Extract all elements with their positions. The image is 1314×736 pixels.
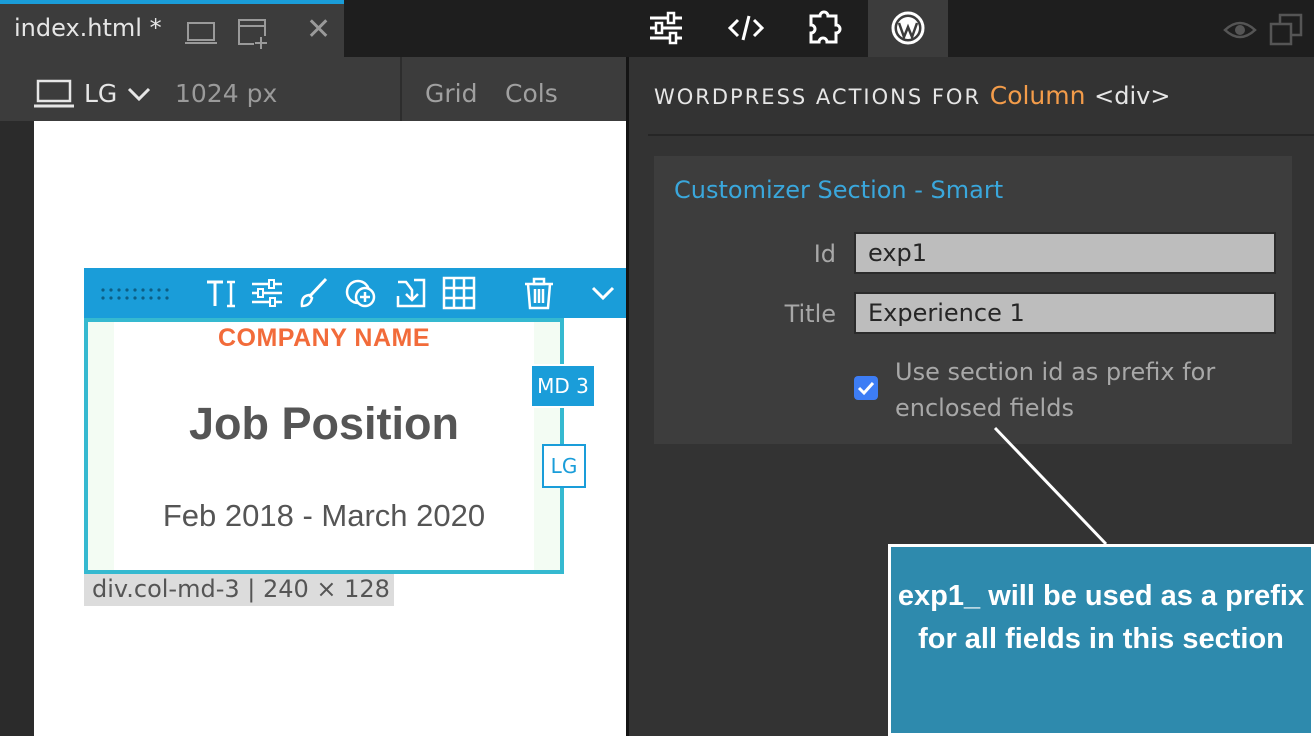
panel-header-prefix: WORDPRESS ACTIONS FOR (654, 85, 982, 109)
element-dimensions-label: div.col-md-3 | 240 × 128 (84, 574, 394, 606)
prefix-checkbox-label[interactable]: Use section id as prefix for enclosed fi… (895, 354, 1255, 426)
close-icon[interactable]: ✕ (306, 12, 331, 47)
windows-icon[interactable] (1268, 12, 1304, 48)
code-icon[interactable] (726, 8, 766, 48)
md-size-badge[interactable]: MD 3 (530, 364, 596, 408)
add-circle-icon[interactable] (344, 276, 378, 310)
wordpress-icon (891, 11, 925, 45)
id-label: Id (813, 240, 836, 268)
chevron-down-icon[interactable] (586, 276, 620, 310)
job-dates: Feb 2018 - March 2020 (162, 498, 486, 533)
add-window-icon[interactable] (236, 16, 270, 50)
device-size-label[interactable]: LG (84, 79, 117, 108)
panel-header: WORDPRESS ACTIONS FOR Column <div> (654, 81, 1171, 110)
prefix-checkbox[interactable] (854, 376, 878, 400)
check-icon (857, 381, 875, 396)
app-window: index.html * ✕ LG 1024 px Grid Cols COMP… (0, 0, 1314, 736)
chevron-down-icon[interactable] (126, 83, 152, 105)
viewport-width: 1024 px (175, 79, 278, 108)
customizer-section: Customizer Section - Smart Id exp1 Title… (654, 156, 1292, 444)
toolbar-divider (400, 57, 402, 121)
job-position: Job Position (189, 398, 459, 449)
canvas-toolbar: LG 1024 px Grid Cols (0, 57, 626, 121)
trash-icon[interactable] (522, 276, 556, 310)
grid-icon[interactable] (442, 276, 476, 310)
element-toolbar (84, 268, 626, 318)
panel-header-element: Column (989, 81, 1086, 110)
sliders-icon[interactable] (250, 276, 284, 310)
id-field[interactable]: exp1 (854, 232, 1276, 274)
selected-column[interactable]: COMPANY NAME Job Position Feb 2018 - Mar… (84, 318, 564, 574)
grid-toggle[interactable]: Grid (425, 79, 477, 108)
file-tab[interactable]: index.html * ✕ (0, 0, 344, 57)
section-title[interactable]: Customizer Section - Smart (674, 176, 1003, 204)
company-name: COMPANY NAME (217, 324, 431, 352)
title-field[interactable]: Experience 1 (854, 292, 1276, 334)
lg-size-badge[interactable]: LG (542, 444, 586, 488)
panel-header-tag: <div> (1094, 82, 1171, 110)
import-icon[interactable] (394, 276, 428, 310)
callout-note: exp1_ will be used as a prefix for all f… (888, 544, 1314, 736)
text-icon[interactable] (204, 276, 238, 310)
header-divider (648, 134, 1314, 136)
cols-toggle[interactable]: Cols (505, 79, 558, 108)
sliders-icon[interactable] (646, 8, 686, 48)
tab-title: index.html * (14, 14, 162, 42)
eye-icon[interactable] (1222, 12, 1258, 48)
laptop-icon[interactable] (184, 16, 218, 50)
brush-icon[interactable] (296, 276, 330, 310)
puzzle-icon[interactable] (806, 8, 846, 48)
laptop-icon[interactable] (34, 79, 74, 109)
drag-handle-icon[interactable] (100, 286, 170, 300)
wordpress-tab[interactable] (868, 0, 948, 57)
title-label: Title (784, 300, 836, 328)
top-bar: index.html * ✕ (0, 0, 1314, 57)
